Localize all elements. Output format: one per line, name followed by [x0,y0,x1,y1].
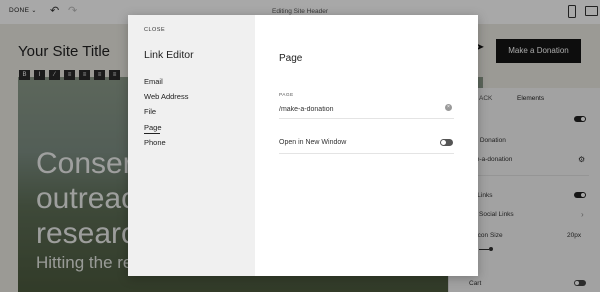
page-input[interactable] [279,103,449,115]
nav-item-page[interactable]: Page [144,123,162,134]
link-editor-modal: CLOSE Link Editor Email Web Address File… [128,15,478,276]
link-editor-title: Link Editor [144,49,194,61]
section-heading: Page [279,53,303,64]
nav-item-web-address[interactable]: Web Address [144,92,188,101]
open-new-window-label: Open in New Window [279,139,347,146]
link-editor-sidebar: CLOSE Link Editor Email Web Address File… [128,15,255,276]
nav-item-phone[interactable]: Phone [144,138,166,147]
nav-item-file[interactable]: File [144,107,156,116]
close-button[interactable]: CLOSE [144,27,165,33]
open-new-window-toggle[interactable] [440,139,453,146]
divider [279,153,454,154]
clear-icon[interactable]: × [445,104,452,111]
nav-item-email[interactable]: Email [144,77,163,86]
link-editor-content: Page PAGE × Open in New Window [255,15,478,276]
page-field-label: PAGE [279,93,294,98]
divider [279,118,454,119]
